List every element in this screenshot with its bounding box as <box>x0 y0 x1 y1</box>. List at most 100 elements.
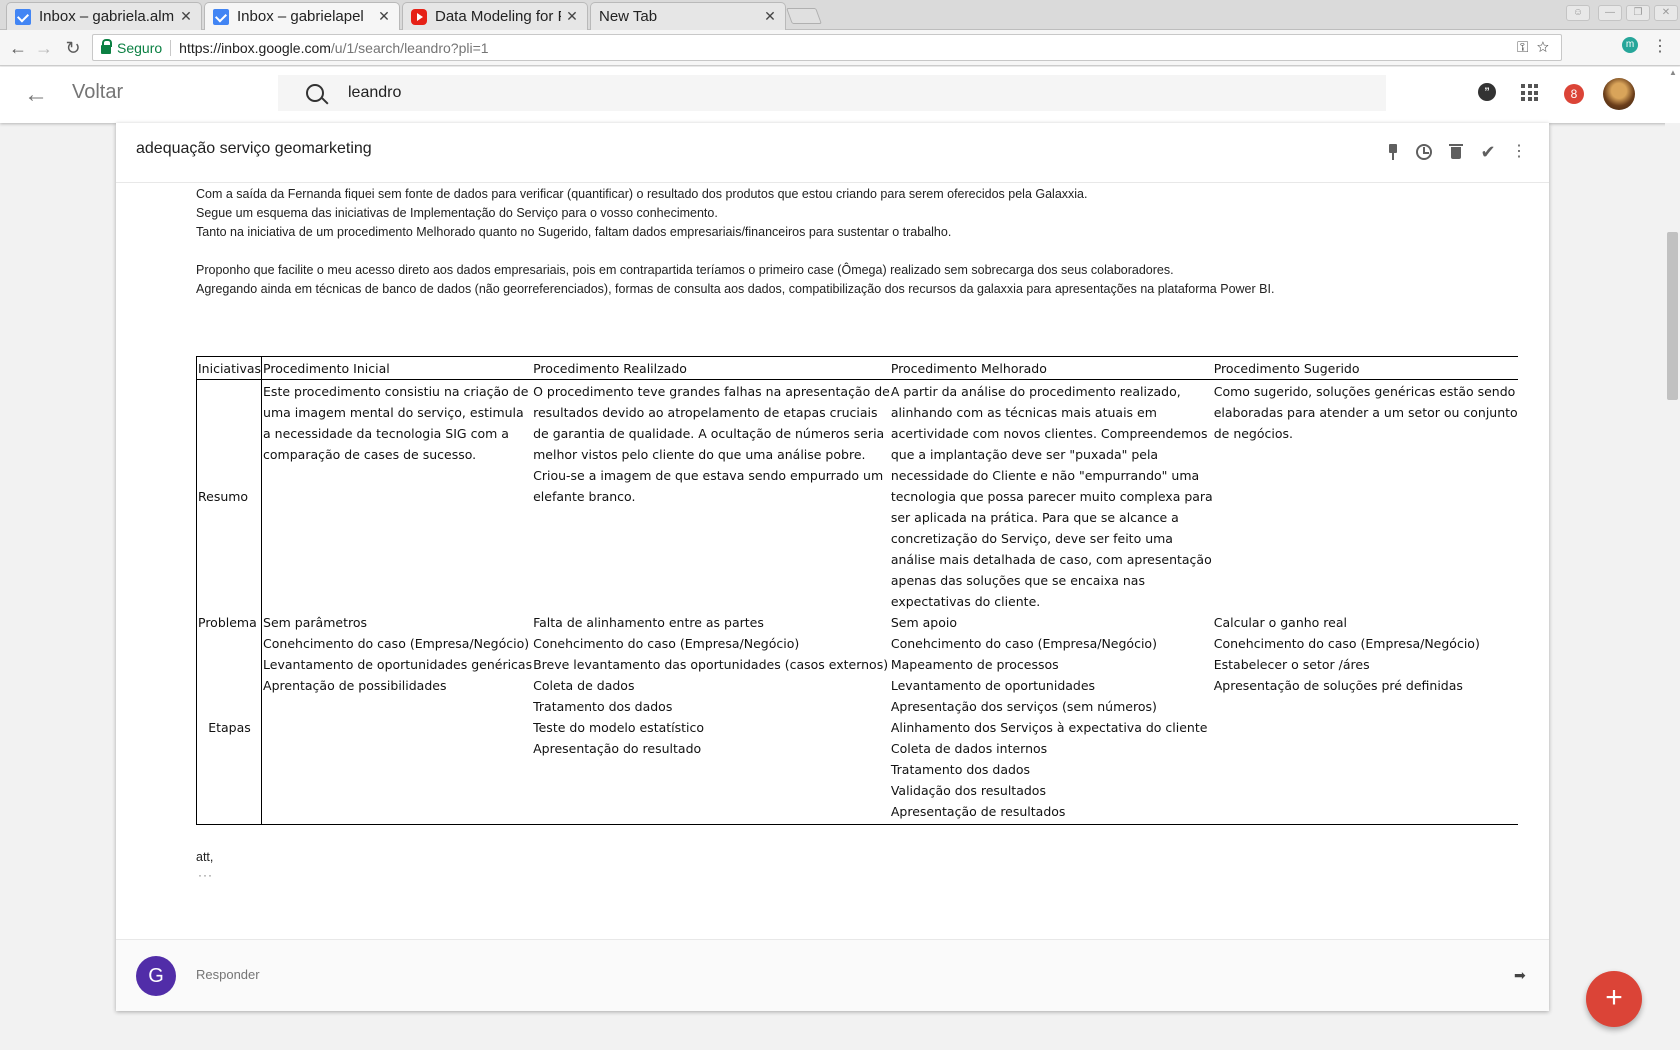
column-header: Procedimento Sugerido <box>1212 356 1518 380</box>
cell-line: expectativas do cliente. <box>890 594 1041 609</box>
close-window-button[interactable]: ✕ <box>1654 5 1678 21</box>
tab-title: Data Modeling for F <box>435 8 561 25</box>
forward-arrow-icon[interactable]: → <box>34 38 54 58</box>
table-cell: Conehcimento do caso (Empresa/Negócio) Le… <box>261 633 533 825</box>
cell-line: elaboradas para atender a um setor ou co… <box>1213 405 1518 420</box>
cell-line: de negócios. <box>1213 426 1293 441</box>
reply-avatar: G <box>136 956 176 996</box>
minimize-button[interactable]: — <box>1598 5 1622 21</box>
table-cell: Conehcimento do caso (Empresa/Negócio) Ma… <box>889 633 1213 825</box>
cell-line: Estabelecer o setor /áres <box>1213 657 1370 672</box>
youtube-favicon-icon <box>411 8 427 25</box>
cell-line: análise mais detalhada de caso, com apre… <box>890 552 1212 567</box>
close-icon[interactable]: ✕ <box>179 8 193 25</box>
close-icon[interactable]: ✕ <box>763 8 777 25</box>
browser-tab-youtube[interactable]: Data Modeling for F ✕ <box>402 2 588 30</box>
back-label[interactable]: Voltar <box>72 81 123 104</box>
url-path: /u/1/search/leandro?pli=1 <box>330 39 489 56</box>
browser-tab-newtab[interactable]: New Tab ✕ <box>590 2 786 30</box>
cell-line: Aprentação de possibilidades <box>263 678 447 693</box>
column-header: Procedimento Inicial <box>261 356 533 380</box>
cell-line: Apresentação de resultados <box>890 804 1066 819</box>
browser-tab-inbox-2[interactable]: Inbox – gabrielapel ✕ <box>204 2 400 30</box>
scroll-up-arrow-icon[interactable]: ▲ <box>1669 68 1677 77</box>
cell-line: Apresentação dos serviços (sem números) <box>890 699 1157 714</box>
divider <box>170 39 172 56</box>
browser-menu-icon[interactable]: ⋮ <box>1652 36 1668 56</box>
cell-line: Apresentação do resultado <box>533 741 702 756</box>
pin-icon[interactable] <box>1383 142 1403 162</box>
cell-line: Mapeamento de processos <box>890 657 1059 672</box>
extension-icon[interactable]: m <box>1622 37 1638 53</box>
email-header: adequação serviço geomarketing ✔ ⋮ <box>116 123 1549 183</box>
forward-arrow-icon[interactable]: ➡ <box>1514 967 1526 984</box>
close-icon[interactable]: ✕ <box>565 8 579 25</box>
cell-line: Conehcimento do caso (Empresa/Negócio) <box>890 636 1157 651</box>
cell-line: Conehcimento do caso (Empresa/Negócio) <box>263 636 530 651</box>
browser-toolbar: ← → ↻ Seguro https://inbox.google.com/u/… <box>0 30 1680 66</box>
reply-input[interactable]: Responder <box>196 967 260 982</box>
account-avatar[interactable] <box>1603 78 1635 110</box>
compose-fab-button[interactable]: + <box>1586 971 1642 1027</box>
close-icon[interactable]: ✕ <box>377 8 391 25</box>
table-cell: Calcular o ganho real <box>1213 615 1347 630</box>
column-header: Iniciativas <box>195 356 263 380</box>
address-bar[interactable]: Seguro https://inbox.google.com/u/1/sear… <box>92 34 1562 61</box>
lock-icon <box>101 39 112 54</box>
notifications-badge[interactable]: 8 <box>1564 84 1584 104</box>
table-cell: Como sugerido, soluções genéricas estão … <box>1213 380 1518 613</box>
row-label: Problema <box>195 612 263 633</box>
table-row-etapas: Etapas Conehcimento do caso (Empresa/Neg… <box>195 633 1518 825</box>
new-tab-button[interactable] <box>786 8 822 24</box>
table-cell: Sem parâmetros <box>263 615 367 630</box>
cell-line: alinhando com as técnicas mais atuais em <box>890 405 1157 420</box>
tab-title: Inbox – gabriela.alm <box>39 8 175 25</box>
cell-line: Como sugerido, soluções genéricas estão … <box>1213 384 1516 399</box>
table-row-problema: Problema Sem parâmetros Falta de alinham… <box>195 612 1518 633</box>
trash-icon[interactable] <box>1446 142 1466 162</box>
browser-tab-strip: Inbox – gabriela.alm ✕ Inbox – gabrielap… <box>0 0 1680 30</box>
page-scrollbar-thumb[interactable] <box>1667 232 1678 400</box>
cell-line: resultados devido ao atropelamento de et… <box>533 405 878 420</box>
reply-bar[interactable]: G Responder ➡ <box>116 939 1549 1011</box>
cell-line: ser aplicada na prática. Para que se alc… <box>890 510 1179 525</box>
snooze-clock-icon[interactable] <box>1414 142 1434 162</box>
key-star-icons[interactable]: ⚿ ☆ <box>1517 39 1549 56</box>
more-vert-icon[interactable]: ⋮ <box>1509 142 1529 162</box>
cell-line: comparação de cases de sucesso. <box>263 447 477 462</box>
search-icon[interactable] <box>306 84 324 102</box>
hangouts-icon[interactable]: ” <box>1478 83 1496 101</box>
restore-button[interactable]: ❐ <box>1626 5 1650 21</box>
url-host: https://inbox.google.com <box>179 39 331 56</box>
apps-grid-icon[interactable] <box>1521 84 1538 101</box>
cell-line: uma imagem mental do serviço, estimula <box>263 405 524 420</box>
cell-line: Teste do modelo estatístico <box>533 720 705 735</box>
cell-line: Levantamento de oportunidades <box>890 678 1096 693</box>
cell-line: Apresentação de soluções pré definidas <box>1213 678 1463 693</box>
table-header-row: Iniciativas Procedimento Inicial Procedi… <box>195 356 1518 380</box>
back-arrow-icon[interactable]: ← <box>8 38 28 58</box>
cell-line: de garantia de qualidade. A ocultação de… <box>533 426 885 441</box>
cell-line: tecnologia que possa parecer muito compl… <box>890 489 1213 504</box>
cell-line: Coleta de dados <box>533 678 635 693</box>
cell-line: Conehcimento do caso (Empresa/Negócio) <box>1213 636 1480 651</box>
cell-line: necessidade do Cliente e não "empurrando… <box>890 468 1200 483</box>
search-input[interactable]: leandro <box>348 84 401 102</box>
browser-tab-inbox-1[interactable]: Inbox – gabriela.alm ✕ <box>6 2 202 30</box>
row-label: Etapas <box>195 633 263 825</box>
back-arrow-icon[interactable]: ← <box>24 81 48 109</box>
show-quoted-text-button[interactable]: ··· <box>198 868 213 882</box>
done-check-icon[interactable]: ✔ <box>1478 142 1498 162</box>
inbox-favicon-icon <box>15 8 31 25</box>
table-cell: A partir da análise do procedimento real… <box>890 380 1213 613</box>
cell-line: Breve levantamento das oportunidades (ca… <box>533 657 889 672</box>
reload-icon[interactable]: ↻ <box>63 38 83 58</box>
column-header: Procedimento Melhorado <box>889 356 1213 380</box>
profile-icon[interactable]: ☺ <box>1566 5 1590 21</box>
table-cell: Sem apoio <box>890 615 957 630</box>
cell-line: Alinhamento dos Serviços à expectativa d… <box>890 720 1208 735</box>
inbox-app-bar: ← Voltar leandro ” 8 <box>0 67 1680 123</box>
row-label: Resumo <box>195 379 263 612</box>
search-box[interactable]: leandro <box>278 75 1386 111</box>
cell-line: Validação dos resultados <box>890 783 1046 798</box>
